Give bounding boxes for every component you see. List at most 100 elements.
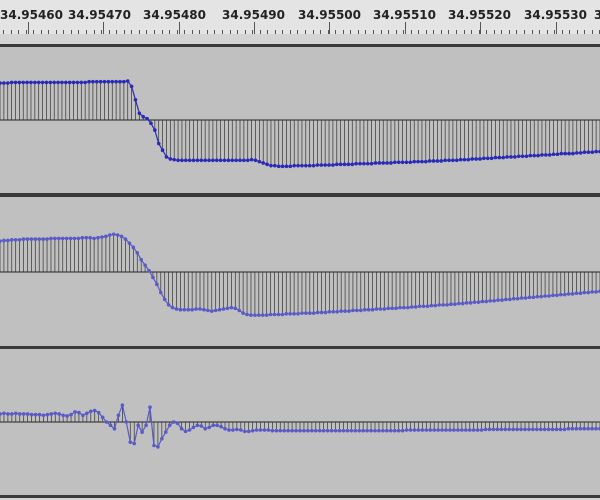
ruler-minor-tick [584,30,585,34]
sample-point [288,164,293,169]
sample-point [148,405,152,410]
sample-point [308,311,312,315]
sample-point [102,79,107,84]
sample-point [104,234,108,239]
waveform-track-1[interactable] [0,44,600,196]
ruler-minor-tick [78,30,79,34]
sample-point [425,304,430,309]
sample-point [176,158,180,163]
sample-point [578,426,583,431]
timeline-ruler[interactable]: 34.95460 34.95470 34.95480 34.95490 34.9… [0,0,600,34]
sample-point [241,311,245,315]
sample-point [298,428,302,433]
sample-point [431,159,436,163]
sample-point [304,311,308,315]
sample-point [179,426,184,431]
ruler-minor-tick [471,30,472,34]
sample-point [237,308,242,313]
sample-point [511,296,516,301]
sample-point [424,428,429,432]
sample-point [311,163,316,168]
sample-point [249,157,254,162]
ruler-minor-tick [509,30,510,34]
ruler-minor-tick [396,30,397,34]
sample-point [362,307,367,312]
sample-point [13,237,18,242]
sample-point [195,423,200,428]
sample-point [338,162,343,167]
sample-point [345,428,350,433]
sample-point [60,80,64,85]
ruler-minor-tick [403,30,404,34]
sample-point [482,156,486,161]
sample-point [60,236,65,241]
sample-point [269,163,273,168]
sample-point [114,79,118,84]
sample-point [511,427,515,432]
sample-point [547,153,552,157]
sample-point [300,163,304,168]
ruler-minor-tick [116,30,117,34]
sample-point [393,160,397,165]
ruler-minor-tick [448,30,449,34]
sample-point [116,413,121,418]
sample-point [264,313,269,317]
sample-point [582,290,587,295]
sample-point [460,301,465,306]
sample-point [400,160,405,165]
sample-point [574,291,579,296]
ruler-major-tick [254,22,255,34]
sample-point [317,428,322,433]
sample-point [65,414,69,418]
sample-point [329,428,334,433]
sample-point [207,158,211,163]
sample-point [489,156,494,161]
sample-point [64,236,69,241]
ruler-minor-tick [328,30,329,34]
sample-point [135,251,140,255]
sample-point [586,426,590,431]
sample-point [33,237,38,241]
sample-point [358,161,362,166]
sample-point [594,426,598,431]
ruler-minor-tick [516,30,517,34]
sample-point [230,158,235,163]
sample-point [29,237,34,241]
sample-point [33,412,38,417]
sample-point [147,268,151,273]
sample-point [499,427,504,432]
sample-point [198,307,202,311]
sample-point [229,305,234,310]
sample-point [128,440,133,444]
sample-point [491,427,496,432]
sample-point [562,292,567,297]
sample-point [292,163,296,168]
ruler-minor-tick [192,30,193,34]
sample-point [555,152,560,157]
ruler-major-tick [329,22,330,34]
sample-point [53,236,57,241]
sample-point [351,308,355,313]
sample-point [57,236,61,241]
sample-point [440,428,444,432]
sample-point [41,413,46,418]
sample-point [508,297,512,302]
sample-point [562,427,567,432]
ruler-minor-tick [554,30,555,34]
waveform-track-2[interactable] [0,194,600,349]
sample-point [222,158,227,163]
sample-point [100,235,104,239]
sample-point [253,313,257,317]
sample-point [342,162,347,167]
sample-point [578,291,583,296]
sample-point [190,307,194,312]
sample-point [574,426,579,431]
sample-point [250,428,255,433]
sample-point [174,307,179,311]
waveform-track-3[interactable] [0,346,600,498]
sample-point [495,427,500,432]
sample-point [6,238,10,243]
sample-point [416,428,421,432]
sample-point [276,164,281,169]
sample-point [231,428,235,432]
